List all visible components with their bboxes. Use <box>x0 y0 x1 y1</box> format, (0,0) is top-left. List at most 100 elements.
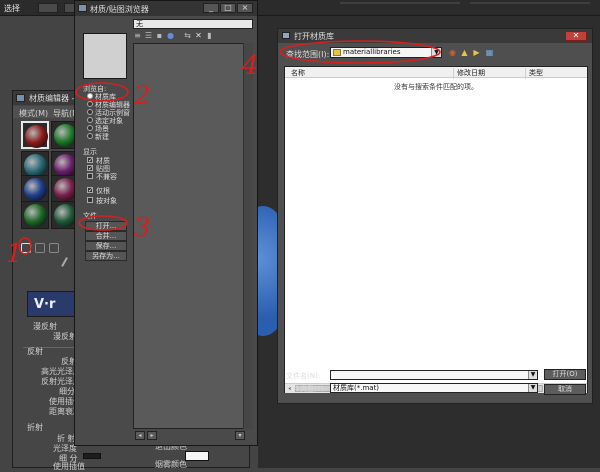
dialog-title: 打开材质库 <box>294 32 334 41</box>
small-icons-view-icon[interactable]: ▪ <box>155 31 164 40</box>
browser-search-field[interactable]: 无 <box>133 19 253 29</box>
radio-new[interactable] <box>87 133 93 139</box>
list-icons-view-icon[interactable]: ☰ <box>144 31 153 40</box>
look-in-combo[interactable]: materiallibraries ▼ <box>330 47 442 58</box>
toolbar-button[interactable] <box>38 3 58 13</box>
folder-icon <box>333 49 341 56</box>
material-sphere <box>24 204 47 227</box>
open-button[interactable]: 打开(O) <box>544 369 586 380</box>
chevron-down-icon[interactable]: ▼ <box>528 384 537 392</box>
top-divider <box>470 2 590 4</box>
show-maps-checkbox[interactable]: ✓ <box>87 165 93 172</box>
new-folder-icon[interactable]: ▶ <box>472 48 481 57</box>
file-list[interactable]: 名称 修改日期 类型 没有与搜索条件匹配的项。 ◂ ▸ <box>284 66 588 393</box>
open-library-dialog: 打开材质库 ✕ 查找范围(I): materiallibraries ▼ ◉ ▲… <box>277 28 593 404</box>
get-material-icon[interactable] <box>21 243 31 253</box>
app-icon <box>16 94 25 102</box>
view-menu-icon[interactable]: ▦ <box>485 48 494 57</box>
by-object-label: 按对象 <box>96 197 117 205</box>
show-materials-checkbox[interactable]: ✓ <box>87 157 93 164</box>
scroll-menu-button[interactable]: ▾ <box>235 431 245 440</box>
refract-group-label: 折射 <box>27 423 43 432</box>
file-name-input[interactable]: ▼ <box>330 370 538 380</box>
file-type-select[interactable]: 材质库(*.mat) ▼ <box>330 383 538 393</box>
reflect-group-label: 反射 <box>27 347 43 356</box>
cancel-button[interactable]: 取消 <box>544 384 586 395</box>
browser-scrollbar[interactable] <box>243 43 253 429</box>
file-type-value: 材质库(*.mat) <box>333 384 380 392</box>
use-interp2-label: 使用插值 <box>53 462 85 471</box>
dialog-close-button[interactable]: ✕ <box>565 31 587 41</box>
fog-color-label: 烟雾颜色 <box>155 460 187 469</box>
column-separator <box>453 68 454 79</box>
browser-preview-swatch <box>83 33 127 79</box>
radio-active-slot[interactable] <box>87 109 93 115</box>
delete-icon[interactable]: ✕ <box>194 31 203 40</box>
select-label[interactable]: 选择 <box>4 3 20 14</box>
column-name[interactable]: 名称 <box>291 68 305 78</box>
subdivs-spinner[interactable] <box>83 453 101 459</box>
merge-library-button[interactable]: 合并... <box>85 231 127 241</box>
browser-bottom-bar: ◂ ▸ ▾ <box>133 431 253 441</box>
file-list-header: 名称 修改日期 类型 <box>285 67 587 79</box>
minimize-button[interactable]: _ <box>203 3 219 13</box>
browser-toolbar: ≡ ☰ ▪ ● ⇆ ✕ ▮ <box>133 31 253 41</box>
empty-list-message: 没有与搜索条件匹配的项。 <box>394 83 478 91</box>
root-only-label: 仅根 <box>96 187 110 195</box>
material-sphere <box>24 178 47 201</box>
save-library-button[interactable]: 保存... <box>85 241 127 251</box>
eyedropper-icon[interactable] <box>61 257 75 271</box>
close-button[interactable]: × <box>237 3 253 13</box>
top-divider <box>340 2 460 4</box>
chevron-down-icon[interactable]: ▼ <box>528 371 537 379</box>
browser-title: 材质/贴图浏览器 <box>90 5 149 14</box>
file-title: 文件 <box>83 212 97 220</box>
show-incompatible-checkbox[interactable] <box>87 173 93 179</box>
list-view-icon[interactable]: ≡ <box>133 31 142 40</box>
scroll-left-button[interactable]: ◂ <box>135 431 145 440</box>
radio-selected[interactable] <box>87 117 93 123</box>
open-library-button[interactable]: 打开... <box>85 221 127 231</box>
by-object-checkbox[interactable] <box>87 197 93 203</box>
material-slot[interactable] <box>21 121 49 149</box>
column-separator <box>525 68 526 79</box>
scroll-right-button[interactable]: ▸ <box>147 431 157 440</box>
radio-mtl-editor[interactable] <box>87 101 93 107</box>
file-name-label: 文件名(N): <box>286 372 321 380</box>
look-in-label: 查找范围(I): <box>286 50 330 59</box>
root-only-checkbox[interactable]: ✓ <box>87 187 93 194</box>
column-type[interactable]: 类型 <box>529 68 543 78</box>
maximize-button[interactable]: □ <box>220 3 236 13</box>
material-sphere <box>25 125 48 148</box>
show-incompatible-label: 不兼容 <box>96 173 117 181</box>
up-folder-icon[interactable]: ▲ <box>460 48 469 57</box>
material-editor-title: 材质编辑器 - <box>29 94 75 103</box>
update-scene-icon[interactable]: ⇆ <box>183 31 192 40</box>
dialog-app-icon <box>282 32 290 39</box>
file-type-label: 文件类型(T): <box>286 385 327 393</box>
assign-material-icon[interactable] <box>49 243 59 253</box>
browser-material-list[interactable] <box>133 43 253 429</box>
vray-logo-text: V·r <box>34 297 56 312</box>
save-as-library-button[interactable]: 另存为... <box>85 251 127 261</box>
put-material-icon[interactable] <box>35 243 45 253</box>
material-sphere <box>24 154 47 177</box>
look-in-value: materiallibraries <box>343 48 401 56</box>
app-icon <box>78 4 87 12</box>
menu-mode[interactable]: 模式(M) <box>19 108 48 119</box>
back-icon[interactable]: ◉ <box>448 48 457 57</box>
large-icons-view-icon[interactable]: ● <box>166 31 175 40</box>
browser-titlebar[interactable]: 材质/贴图浏览器 _ □ × <box>75 1 257 16</box>
radio-mtl-library[interactable] <box>87 93 93 99</box>
show-title: 显示 <box>83 148 97 156</box>
chevron-down-icon[interactable]: ▼ <box>431 48 441 57</box>
material-slot[interactable] <box>21 201 49 229</box>
material-browser-window: 材质/贴图浏览器 _ □ × 无 ≡ ☰ ▪ ● ⇆ ✕ ▮ 浏览自: 材质库 … <box>74 0 258 446</box>
dialog-titlebar[interactable]: 打开材质库 ✕ <box>278 29 592 43</box>
radio-scene[interactable] <box>87 125 93 131</box>
fog-color-swatch[interactable] <box>185 451 209 461</box>
clear-library-icon[interactable]: ▮ <box>205 31 214 40</box>
column-modified[interactable]: 修改日期 <box>457 68 485 78</box>
radio-new-label: 新建 <box>95 133 109 141</box>
material-slot[interactable] <box>21 175 49 203</box>
